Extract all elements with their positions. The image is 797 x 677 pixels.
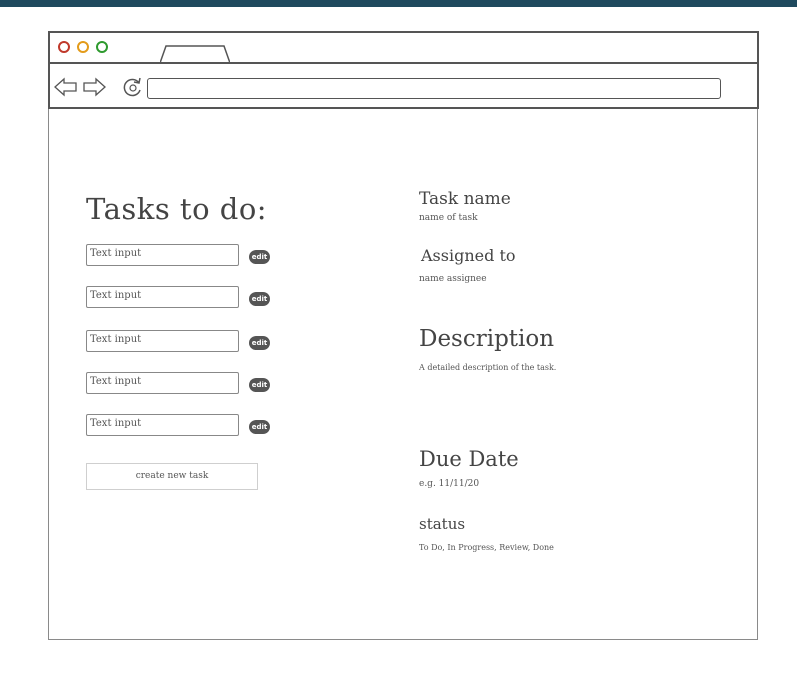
create-task-button[interactable]: create new task [86, 463, 258, 490]
forward-arrow-icon[interactable] [82, 77, 106, 97]
task-text-input[interactable]: Text input [86, 244, 239, 266]
task-text-input[interactable]: Text input [86, 330, 239, 352]
status-label: status [419, 515, 466, 533]
browser-chrome [48, 31, 759, 109]
reload-icon[interactable] [122, 76, 144, 98]
due-date-label: Due Date [419, 447, 519, 471]
task-text-input[interactable]: Text input [86, 372, 239, 394]
task-name-label: Task name [419, 189, 511, 209]
tasks-title: Tasks to do: [86, 192, 268, 226]
task-row: Text input edit [86, 286, 286, 308]
edit-button[interactable]: edit [249, 420, 270, 434]
assigned-to-hint: name assignee [419, 274, 487, 284]
description-label: Description [419, 326, 555, 352]
task-row: Text input edit [86, 330, 286, 352]
back-arrow-icon[interactable] [54, 77, 78, 97]
task-name-hint: name of task [419, 213, 478, 223]
description-hint: A detailed description of the task. [419, 363, 557, 372]
browser-tab[interactable] [160, 45, 230, 63]
edit-button[interactable]: edit [249, 336, 270, 350]
top-accent-bar [0, 0, 797, 7]
status-hint: To Do, In Progress, Review, Done [419, 543, 554, 552]
navigation-row [50, 65, 757, 107]
chrome-divider [50, 62, 757, 64]
address-bar[interactable] [147, 78, 721, 99]
task-text-input[interactable]: Text input [86, 286, 239, 308]
due-date-hint: e.g. 11/11/20 [419, 479, 480, 489]
task-row: Text input edit [86, 372, 286, 394]
edit-button[interactable]: edit [249, 250, 270, 264]
edit-button[interactable]: edit [249, 378, 270, 392]
task-text-input[interactable]: Text input [86, 414, 239, 436]
task-row: Text input edit [86, 244, 286, 266]
edit-button[interactable]: edit [249, 292, 270, 306]
minimize-window-dot[interactable] [77, 41, 89, 53]
task-row: Text input edit [86, 414, 286, 436]
maximize-window-dot[interactable] [96, 41, 108, 53]
assigned-to-label: Assigned to [421, 246, 516, 265]
close-window-dot[interactable] [58, 41, 70, 53]
